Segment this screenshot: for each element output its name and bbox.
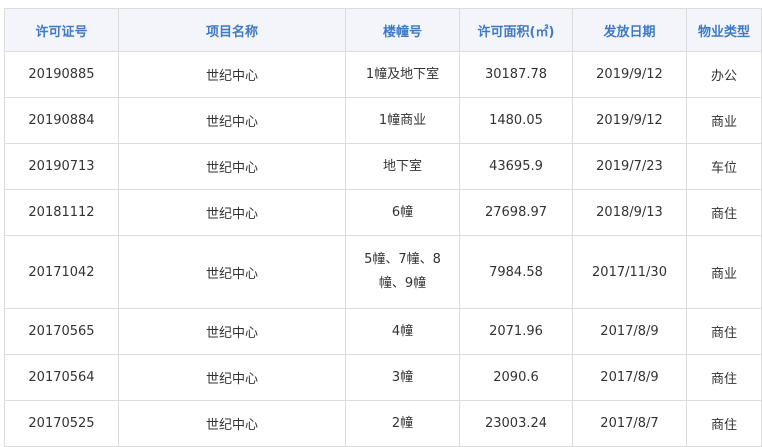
- cell-permit-no: 20170525: [4, 400, 119, 447]
- cell-date: 2017/11/30: [572, 235, 687, 309]
- cell-area: 27698.97: [459, 189, 573, 236]
- header-building: 楼幢号: [345, 8, 460, 52]
- cell-building: 5幢、7幢、8幢、9幢: [345, 235, 460, 309]
- cell-date: 2017/8/7: [572, 400, 687, 447]
- cell-permit-no: 20170564: [4, 354, 119, 401]
- header-permit-no: 许可证号: [4, 8, 119, 52]
- cell-building: 1幢及地下室: [345, 51, 460, 98]
- cell-project: 世纪中心: [118, 143, 346, 190]
- cell-permit-no: 20190884: [4, 97, 119, 144]
- cell-permit-no: 20170565: [4, 308, 119, 355]
- cell-type: 商住: [686, 354, 762, 401]
- cell-project: 世纪中心: [118, 354, 346, 401]
- cell-date: 2017/8/9: [572, 308, 687, 355]
- cell-building-text: 5幢、7幢、8幢、9幢: [364, 252, 441, 291]
- cell-area: 2071.96: [459, 308, 573, 355]
- table-row: 20171042 世纪中心 5幢、7幢、8幢、9幢 7984.58 2017/1…: [4, 235, 762, 309]
- cell-building: 4幢: [345, 308, 460, 355]
- table-row: 20190885 世纪中心 1幢及地下室 30187.78 2019/9/12 …: [4, 51, 762, 98]
- cell-date: 2018/9/13: [572, 189, 687, 236]
- cell-permit-no: 20171042: [4, 235, 119, 309]
- cell-type: 商住: [686, 189, 762, 236]
- cell-project: 世纪中心: [118, 235, 346, 309]
- cell-area: 43695.9: [459, 143, 573, 190]
- cell-date: 2019/9/12: [572, 51, 687, 98]
- table-row: 20181112 世纪中心 6幢 27698.97 2018/9/13 商住: [4, 189, 762, 236]
- table-row: 20170525 世纪中心 2幢 23003.24 2017/8/7 商住: [4, 400, 762, 447]
- cell-building: 6幢: [345, 189, 460, 236]
- cell-project: 世纪中心: [118, 51, 346, 98]
- cell-area: 30187.78: [459, 51, 573, 98]
- cell-project: 世纪中心: [118, 400, 346, 447]
- header-project-name: 项目名称: [118, 8, 346, 52]
- cell-type: 商业: [686, 235, 762, 309]
- cell-date: 2019/7/23: [572, 143, 687, 190]
- cell-project: 世纪中心: [118, 189, 346, 236]
- cell-building: 3幢: [345, 354, 460, 401]
- cell-building: 地下室: [345, 143, 460, 190]
- cell-type: 办公: [686, 51, 762, 98]
- table-header-row: 许可证号 项目名称 楼幢号 许可面积(㎡) 发放日期 物业类型: [4, 8, 762, 52]
- table-row: 20190713 世纪中心 地下室 43695.9 2019/7/23 车位: [4, 143, 762, 190]
- cell-type: 商住: [686, 400, 762, 447]
- cell-permit-no: 20190713: [4, 143, 119, 190]
- table-row: 20190884 世纪中心 1幢商业 1480.05 2019/9/12 商业: [4, 97, 762, 144]
- cell-building: 1幢商业: [345, 97, 460, 144]
- table-row: 20170565 世纪中心 4幢 2071.96 2017/8/9 商住: [4, 308, 762, 355]
- cell-area: 2090.6: [459, 354, 573, 401]
- cell-area: 23003.24: [459, 400, 573, 447]
- cell-project: 世纪中心: [118, 308, 346, 355]
- header-area: 许可面积(㎡): [459, 8, 573, 52]
- cell-permit-no: 20190885: [4, 51, 119, 98]
- cell-type: 商业: [686, 97, 762, 144]
- cell-permit-no: 20181112: [4, 189, 119, 236]
- cell-project: 世纪中心: [118, 97, 346, 144]
- header-issue-date: 发放日期: [572, 8, 687, 52]
- header-property-type: 物业类型: [686, 8, 762, 52]
- cell-date: 2017/8/9: [572, 354, 687, 401]
- table-row: 20170564 世纪中心 3幢 2090.6 2017/8/9 商住: [4, 354, 762, 401]
- permit-table: 许可证号 项目名称 楼幢号 许可面积(㎡) 发放日期 物业类型 20190885…: [4, 8, 762, 447]
- cell-type: 车位: [686, 143, 762, 190]
- cell-type: 商住: [686, 308, 762, 355]
- cell-building: 2幢: [345, 400, 460, 447]
- cell-date: 2019/9/12: [572, 97, 687, 144]
- cell-area: 1480.05: [459, 97, 573, 144]
- cell-area: 7984.58: [459, 235, 573, 309]
